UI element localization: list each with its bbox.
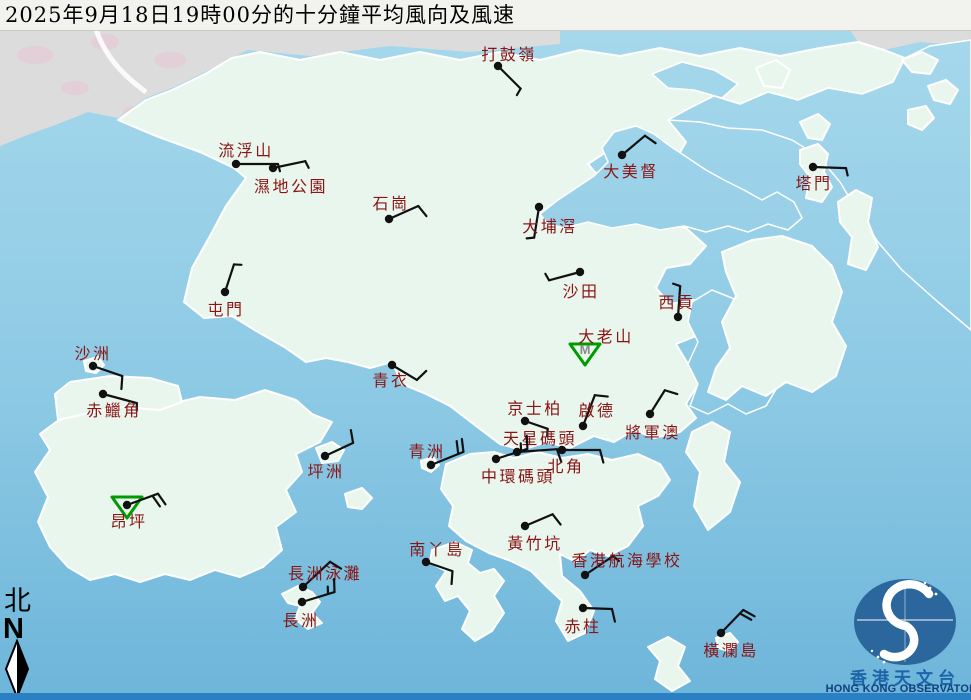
wind-map-app: 打鼓嶺流浮山濕地公園石崗屯門大美督大埔滘塔門沙田西貢M大老山沙洲赤鱲角青衣坪洲昂…: [0, 0, 971, 700]
station-label-stanley: 赤柱: [564, 617, 601, 636]
station-label-wong-chuk-hang: 黃竹坑: [507, 534, 563, 553]
station-label-tuen-mun: 屯門: [207, 300, 244, 319]
station-label-shek-kong: 石崗: [372, 194, 409, 213]
station-label-tsing-yi: 青衣: [372, 371, 409, 390]
station-label-ngong-ping: 昂坪: [110, 512, 147, 531]
urban-tint-patch: [154, 52, 186, 68]
title-bar: 2025年9月18日19時00分的十分鐘平均風向及風速: [0, 0, 971, 31]
hong-kong-wind-map: 打鼓嶺流浮山濕地公園石崗屯門大美督大埔滘塔門沙田西貢M大老山沙洲赤鱲角青衣坪洲昂…: [0, 0, 971, 700]
wind-shaft: [813, 167, 846, 168]
wind-feather: [595, 395, 608, 396]
wind-shaft: [583, 608, 612, 609]
station-label-cheung-chau-beach: 長洲泳灘: [288, 564, 362, 583]
wind-feather: [121, 376, 122, 389]
station-label-sai-kung: 西貢: [658, 293, 695, 312]
station-label-tates-cairn: 大老山: [578, 327, 634, 346]
wind-feather: [527, 436, 528, 449]
station-label-sha-tin: 沙田: [562, 282, 599, 301]
sea-and-land-layer: [0, 30, 971, 700]
hko-logo-english-name: HONG KONG OBSERVATORY: [826, 683, 971, 695]
station-label-wetland-park: 濕地公園: [254, 177, 328, 196]
station-label-peng-chau: 坪洲: [307, 462, 344, 481]
station-label-tai-mei-tuk: 大美督: [603, 162, 659, 181]
station-label-kai-tak: 啟德: [578, 401, 615, 420]
land-sai-kung-peninsula: [708, 236, 846, 400]
station-label-tseung-kwan-o: 將軍澳: [625, 423, 681, 442]
station-label-cheung-chau: 長洲: [282, 611, 319, 630]
station-label-green-island: 青洲: [408, 442, 445, 461]
urban-tint-patch: [17, 46, 53, 64]
station-label-lamma-island: 南丫島: [409, 540, 465, 559]
station-label-hk-sea-school: 香港航海學校: [571, 551, 682, 570]
station-label-tap-mun: 塔門: [795, 174, 832, 193]
station-label-central-pier: 中環碼頭: [481, 467, 555, 486]
urban-tint-patch: [61, 81, 89, 95]
station-label-ta-kwu-ling: 打鼓嶺: [481, 45, 537, 64]
station-label-lau-fau-shan: 流浮山: [218, 141, 274, 160]
station-label-sha-chau: 沙洲: [74, 344, 111, 363]
map-title: 2025年9月18日19時00分的十分鐘平均風向及風速: [0, 0, 971, 30]
station-label-tai-po-kau: 大埔滘: [522, 217, 578, 236]
station-label-kings-park: 京士柏: [507, 399, 563, 418]
station-label-star-ferry-pier: 天星碼頭: [503, 429, 577, 448]
wind-feather: [527, 238, 534, 239]
station-label-waglan-island: 橫瀾島: [703, 641, 759, 660]
station-label-chek-lap-kok: 赤鱲角: [86, 401, 142, 420]
compass-n-label: N: [3, 613, 24, 645]
wind-feather: [452, 571, 453, 584]
